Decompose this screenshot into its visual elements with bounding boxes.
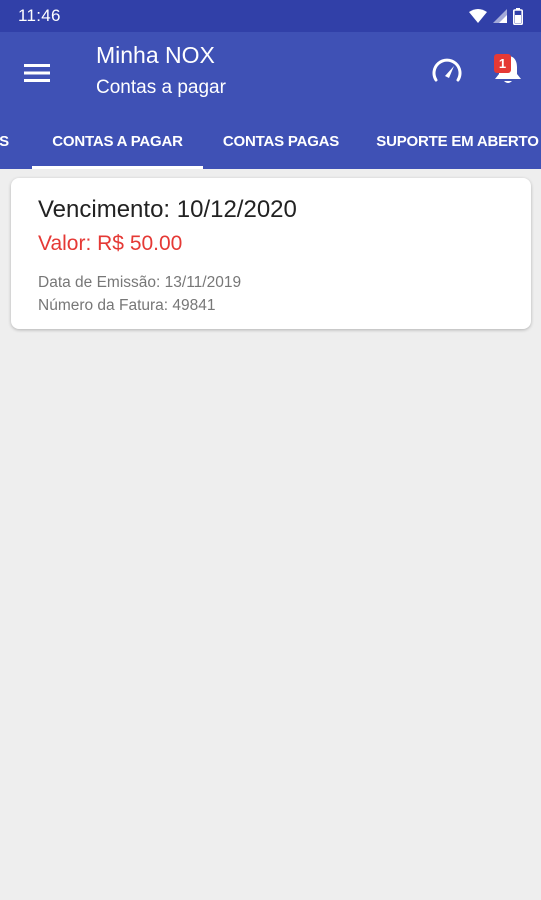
menu-button[interactable] — [20, 56, 54, 90]
speedometer-icon — [432, 58, 462, 82]
tab-indicator — [32, 166, 203, 169]
hamburger-icon — [24, 64, 50, 82]
bill-due-date: Vencimento: 10/12/2020 — [38, 196, 297, 223]
battery-icon — [513, 7, 523, 25]
notification-badge: 1 — [494, 54, 511, 73]
app-subtitle: Contas a pagar — [96, 77, 226, 98]
tab-contas-pagas[interactable]: CONTAS PAGAS — [203, 114, 359, 169]
app-title: Minha NOX — [96, 42, 215, 68]
tab-contas-a-pagar[interactable]: CONTAS A PAGAR — [32, 114, 203, 169]
signal-icon — [493, 9, 507, 23]
tab-bar: S CONTAS A PAGAR CONTAS PAGAS SUPORTE EM… — [0, 114, 541, 169]
tab-suporte-em-aberto[interactable]: SUPORTE EM ABERTO — [365, 114, 541, 169]
tab-partial[interactable]: S — [0, 114, 14, 169]
bill-amount: Valor: R$ 50.00 — [38, 232, 183, 255]
status-bar: 11:46 — [0, 0, 541, 32]
status-icons — [469, 7, 523, 25]
app-bar: Minha NOX Contas a pagar 1 — [0, 32, 541, 114]
speed-test-button[interactable] — [428, 52, 466, 90]
wifi-icon — [469, 9, 487, 23]
notifications-button[interactable]: 1 — [488, 50, 528, 90]
bill-issue-date: Data de Emissão: 13/11/2019 — [38, 274, 242, 291]
status-time: 11:46 — [18, 6, 61, 25]
bill-invoice-number: Número da Fatura: 49841 — [38, 297, 216, 314]
bill-card[interactable]: Vencimento: 10/12/2020 Valor: R$ 50.00 D… — [11, 178, 531, 329]
